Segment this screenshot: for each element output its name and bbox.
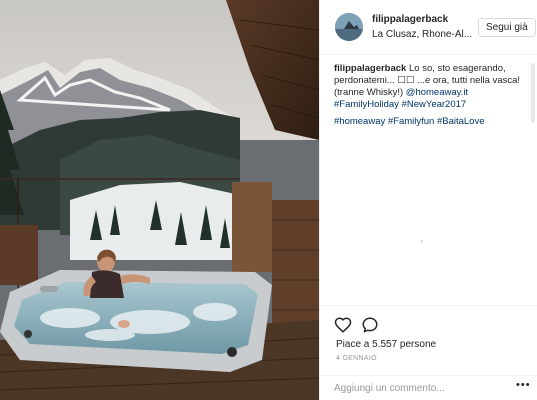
post-side-panel: filippalagerback La Clusaz, Rhone-Al... … (319, 0, 537, 400)
caption-username[interactable]: filippalagerback (334, 63, 406, 74)
caption-hashtags-1[interactable]: #FamilyHoliday #NewYear2017 (334, 99, 466, 110)
more-options-button[interactable]: ••• (516, 379, 531, 391)
comment-icon[interactable] (361, 316, 379, 334)
post-photo-image (0, 0, 319, 400)
caption: filippalagerback Lo so, sto esagerando, … (334, 63, 530, 111)
caption-hashtags-2[interactable]: #homeaway #Familyfun #BaitaLove (334, 116, 485, 127)
heart-icon[interactable] (334, 316, 352, 334)
comment-bar: ••• (320, 375, 537, 400)
post-actions: Piace a 5.557 persone 4 GENNAIO (320, 305, 537, 375)
caption-mention[interactable]: @homeaway.it (406, 87, 468, 98)
post-username[interactable]: filippalagerback (372, 14, 448, 25)
caption-area: filippalagerback Lo so, sto esagerando, … (334, 63, 530, 303)
comments-scrollbar[interactable] (531, 63, 535, 123)
avatar[interactable] (335, 13, 363, 41)
follow-button[interactable]: Segui già (478, 18, 536, 37)
loading-spinner-icon: ◦ (420, 236, 424, 246)
post-date: 4 GENNAIO (336, 355, 377, 362)
comment-input[interactable] (334, 380, 504, 396)
post-header: filippalagerback La Clusaz, Rhone-Al... … (320, 0, 537, 55)
likes-count[interactable]: Piace a 5.557 persone (336, 339, 436, 350)
post-photo[interactable] (0, 0, 319, 400)
caption-hashtags: #homeaway #Familyfun #BaitaLove (334, 116, 530, 128)
avatar-image (335, 13, 363, 41)
post-location[interactable]: La Clusaz, Rhone-Al... (372, 29, 472, 40)
